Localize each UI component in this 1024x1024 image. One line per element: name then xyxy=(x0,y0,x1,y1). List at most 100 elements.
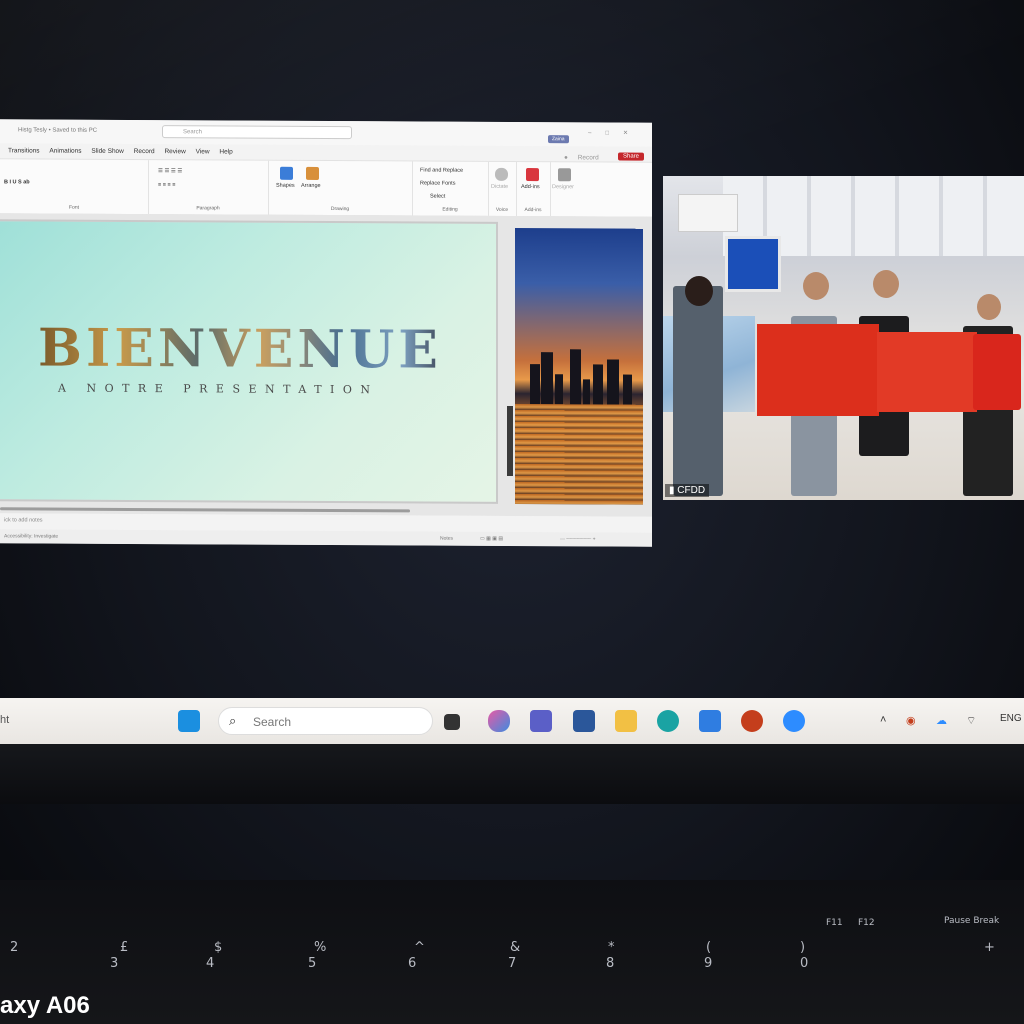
tab-animations[interactable]: Animations xyxy=(49,148,81,155)
key-3: 3 xyxy=(110,956,119,971)
key-0: 0 xyxy=(800,956,809,971)
building xyxy=(570,349,581,405)
tab-help[interactable]: Help xyxy=(219,148,232,155)
font-group: B I U S ab Font xyxy=(0,159,149,215)
key-pound: £ xyxy=(120,940,129,955)
water-reflection xyxy=(515,403,643,505)
document-name: Histg Tesly • Saved to this PC xyxy=(18,127,98,134)
task-view-icon[interactable] xyxy=(444,714,460,730)
powerpoint-icon[interactable] xyxy=(741,710,763,732)
tab-transitions[interactable]: Transitions xyxy=(8,147,40,154)
building xyxy=(607,359,619,405)
notes-placeholder: ick to add notes xyxy=(4,517,43,524)
arrange-label: Arrange xyxy=(301,182,321,189)
microphone-icon[interactable] xyxy=(495,167,508,181)
key-7: 7 xyxy=(508,956,517,971)
onedrive-icon[interactable]: ☁ xyxy=(936,714,947,727)
participant-label: ▮ CFDD xyxy=(665,484,710,497)
font-buttons[interactable]: B I U S ab xyxy=(4,179,30,185)
shapes-icon[interactable] xyxy=(280,166,293,180)
left-edge-text: ht xyxy=(0,714,10,726)
slide-divider xyxy=(507,405,513,476)
copilot-icon[interactable] xyxy=(488,710,510,732)
key-pause: Pause Break xyxy=(944,916,1000,926)
word-icon[interactable] xyxy=(573,710,595,732)
tab-record[interactable]: Record xyxy=(134,148,155,155)
key-dollar: $ xyxy=(214,940,223,955)
keyboard: F11 F12 Pause Break 2 £ 3 $ 4 % 5 ^ 6 & … xyxy=(0,880,1024,1024)
select-button[interactable]: Select xyxy=(430,194,445,200)
key-ampersand: & xyxy=(510,940,521,955)
search-icon: ⌕ xyxy=(229,713,237,728)
zoom-icon[interactable] xyxy=(783,710,805,732)
video-feed: ▮ CFDD xyxy=(663,176,1024,500)
zoom-slider[interactable]: — ─────── + xyxy=(560,536,596,542)
current-slide[interactable]: BIENVENUE A NOTRE PRESENTATION xyxy=(0,219,498,504)
find-replace-button[interactable]: Find and Replace xyxy=(420,167,463,173)
camera-watermark: axy A06 xyxy=(0,992,90,1019)
arrange-icon[interactable] xyxy=(306,166,319,180)
designer-label: Designer xyxy=(552,184,575,191)
tab-view[interactable]: View xyxy=(196,148,210,155)
person xyxy=(673,286,723,496)
flag-right xyxy=(877,332,977,412)
chevron-up-icon[interactable]: ˄ xyxy=(880,714,886,726)
record-button[interactable]: ● Record xyxy=(564,150,599,161)
windows-start-icon[interactable] xyxy=(178,710,200,732)
voice-group-label: Voice xyxy=(495,206,509,213)
key-6: 6 xyxy=(408,956,417,971)
addins-icon[interactable] xyxy=(526,168,539,182)
store-icon[interactable] xyxy=(699,710,721,732)
building xyxy=(623,374,632,405)
key-f11: F11 xyxy=(826,918,843,928)
key-f12: F12 xyxy=(858,918,875,928)
designer-group: Designer xyxy=(550,162,584,216)
network-icon[interactable]: ⌔ xyxy=(966,714,976,728)
building xyxy=(555,374,563,405)
accessibility-status[interactable]: Accessibility: Investigate xyxy=(4,533,58,539)
key-9: 9 xyxy=(704,956,713,971)
laptop-bezel xyxy=(0,744,1024,804)
person-head xyxy=(803,272,829,300)
file-explorer-icon[interactable] xyxy=(615,710,637,732)
align-buttons[interactable]: ≡ ≡ ≡ ≡ xyxy=(158,182,175,188)
building xyxy=(583,379,590,405)
building xyxy=(541,352,553,405)
addins-label: Add-ins xyxy=(521,184,540,191)
window-controls[interactable]: –□✕ xyxy=(588,129,642,136)
paragraph-group: ☰ ☰ ☰ ☰ ≡ ≡ ≡ ≡ Paragraph xyxy=(148,160,269,215)
drawing-group-label: Drawing xyxy=(330,206,350,213)
building xyxy=(530,364,540,405)
share-button[interactable]: Share xyxy=(618,152,645,161)
user-badge[interactable]: Zaina xyxy=(548,135,569,144)
key-plus: + xyxy=(984,940,995,955)
key-lparen: ( xyxy=(706,940,712,955)
edge-icon[interactable] xyxy=(657,710,679,732)
drawing-group: Shapes Arrange Drawing xyxy=(268,160,413,216)
designer-icon[interactable] xyxy=(558,168,571,182)
tab-slide-show[interactable]: Slide Show xyxy=(91,148,124,155)
search-box[interactable]: Search xyxy=(162,125,352,140)
slide-subtitle: A NOTRE PRESENTATION xyxy=(58,381,379,397)
city-image[interactable] xyxy=(515,227,643,505)
person-head xyxy=(977,294,1001,320)
list-buttons[interactable]: ☰ ☰ ☰ ☰ xyxy=(158,168,182,174)
teams-icon[interactable] xyxy=(530,710,552,732)
photo-background: Histg Tesly • Saved to this PC Search Za… xyxy=(0,0,1024,1024)
addins-group-label: Add-ins xyxy=(524,207,542,214)
person-head xyxy=(685,276,713,306)
paragraph-group-label: Paragraph xyxy=(196,205,220,212)
participant-name: CFDD xyxy=(677,485,706,496)
tab-review[interactable]: Review xyxy=(164,148,185,155)
taskbar-search[interactable]: ⌕ Search xyxy=(218,707,433,735)
horizontal-scrollbar[interactable] xyxy=(0,507,410,513)
taskbar-search-placeholder: Search xyxy=(253,715,292,729)
replace-fonts-button[interactable]: Replace Fonts xyxy=(420,180,455,186)
view-icons[interactable]: ▭ ▦ ▣ ▤ xyxy=(480,536,503,542)
language-indicator[interactable]: ENG xyxy=(1000,713,1022,724)
addins-group: Add-ins Add-ins xyxy=(516,161,551,217)
notes-toggle[interactable]: Notes xyxy=(440,536,453,542)
key-4: 4 xyxy=(206,956,215,971)
font-group-label: Font xyxy=(68,204,79,211)
recording-icon[interactable]: ◉ xyxy=(906,714,916,727)
